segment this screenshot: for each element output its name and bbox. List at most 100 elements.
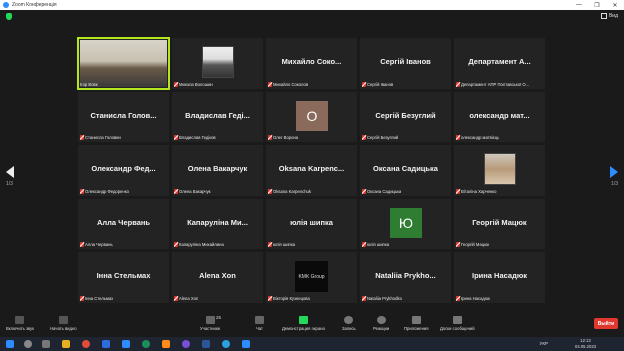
participant-tile[interactable]: Ірина Насадюк Ірина Насадюк	[454, 252, 545, 303]
mic-muted-icon	[80, 135, 84, 141]
participant-display-name: Олена Вакарчук	[187, 164, 248, 174]
participant-name-label: Сергій Безуглий	[362, 135, 398, 141]
participant-name-text: Сергій Іванов	[367, 81, 394, 87]
mic-muted-icon	[362, 295, 366, 301]
participant-name-text: Ігор Вовк	[80, 81, 98, 87]
chat-button[interactable]: Чат	[255, 316, 264, 331]
word-icon[interactable]	[202, 340, 210, 348]
windows-start-icon[interactable]	[6, 340, 14, 348]
record-button[interactable]: Запись	[342, 316, 356, 331]
participant-name-label: Оксана Садицька	[362, 188, 402, 194]
security-shield-icon[interactable]	[6, 13, 12, 20]
participant-name-text: Олег Ворона	[273, 135, 299, 141]
participant-name-label: Ігор Вовк	[80, 82, 98, 87]
participant-tile[interactable]: KMK Group Вікторія Кузнецова	[266, 252, 357, 303]
participant-avatar: О	[296, 100, 328, 131]
participant-tile[interactable]: Alena Xon Alena Xon	[172, 252, 263, 303]
participant-display-name: Оксана Садицька	[373, 164, 438, 174]
gallery-grid: Ігор Вовк Микола Волошин Михайло Соко... Ми…	[77, 37, 546, 306]
store-icon[interactable]	[122, 340, 130, 348]
participant-tile[interactable]: Микола Волошин	[172, 38, 263, 89]
participant-name-text: Алла Червань	[85, 242, 113, 248]
reactions-button[interactable]: Реакции	[373, 316, 389, 331]
participant-tile[interactable]: Оксана Садицька Оксана Садицька	[360, 145, 451, 196]
participant-name-label: юлія шипка	[268, 242, 296, 248]
participant-display-name: Oksana Karpenc...	[278, 164, 345, 174]
participant-tile[interactable]: Михайло Соко... Михайло Соколов	[266, 38, 357, 89]
participant-tile[interactable]: Олена Вакарчук Олена Вакарчук	[172, 145, 263, 196]
whiteboard-button[interactable]: Доски сообщений	[440, 316, 475, 331]
participant-name-text: Микола Волошин	[179, 81, 213, 87]
apps-button[interactable]: Приложения	[404, 316, 429, 331]
mic-muted-icon	[362, 242, 366, 248]
leave-button[interactable]: Выйти	[594, 318, 618, 329]
system-clock[interactable]: 12:13 04.05.2023	[575, 338, 596, 349]
mute-button[interactable]: Включить звук	[6, 316, 34, 331]
participant-display-name: Департамент А...	[468, 57, 531, 66]
mail-icon[interactable]	[102, 340, 110, 348]
participant-name-text: олександр матвієць	[461, 135, 500, 141]
firefox-icon[interactable]	[162, 340, 170, 348]
participant-name-text: юлія шипка	[273, 242, 296, 248]
participant-name-label: Станисла Головин	[80, 135, 121, 141]
share-screen-button[interactable]: Демонстрация экрана	[282, 316, 325, 331]
mic-muted-icon	[268, 81, 272, 87]
participant-tile[interactable]: юлія шипка юлія шипка	[266, 198, 357, 250]
next-page-arrow-icon[interactable]	[610, 166, 618, 178]
participant-tile[interactable]: Владислав Геді... Владислав Гедіков	[172, 91, 263, 143]
participant-name-label: Владислав Гедіков	[174, 135, 216, 141]
participant-tile[interactable]: Віталіна Харченко	[454, 145, 545, 196]
participant-tile[interactable]: олександр мат... олександр матвієць	[454, 91, 545, 143]
participant-tile[interactable]: Олександр Фед... Олександр Федоренко	[78, 145, 169, 196]
chrome-icon[interactable]	[82, 340, 90, 348]
participant-display-name: Владислав Геді...	[185, 110, 250, 120]
search-icon[interactable]	[24, 340, 32, 348]
participant-tile[interactable]: Oksana Karpenc... Oksana Karpenchuk	[266, 145, 357, 196]
participant-tile[interactable]: Інна Стельмах Інна Стельмах	[78, 252, 169, 303]
participant-tile[interactable]: Георгій Мацюк Георгій Мацюк	[454, 198, 545, 250]
participant-display-name: олександр мат...	[469, 110, 530, 120]
mic-muted-icon	[174, 295, 178, 301]
participant-tile[interactable]: Nataliia Prykho... Nataliia Prykhodko	[360, 252, 451, 303]
microphone-off-icon	[15, 316, 25, 324]
participant-tile[interactable]: Станисла Голов... Станисла Головин	[78, 91, 169, 143]
participant-name-text: Інна Стельмах	[85, 295, 114, 301]
participant-tile[interactable]: Алла Червань Алла Червань	[78, 198, 169, 250]
participant-tile[interactable]: Департамент А... Департамент АПР Полтавсь…	[454, 38, 545, 89]
participant-display-name: Станисла Голов...	[90, 110, 157, 120]
record-icon	[344, 316, 354, 324]
minimize-button[interactable]: —	[570, 2, 588, 9]
participant-display-name: Сергій Іванов	[380, 57, 431, 66]
share-label: Демонстрация экрана	[282, 326, 325, 331]
whiteboard-icon	[452, 316, 462, 324]
participant-tile[interactable]: Ююлія шипка	[360, 198, 451, 250]
participant-name-text: юлія шипка	[367, 242, 390, 248]
participant-tile[interactable]: О Олег Ворона	[266, 91, 357, 143]
participant-name-text: Оксана Садицька	[367, 188, 402, 194]
participant-tile[interactable]: Сергій Іванов Сергій Іванов	[360, 38, 451, 89]
task-view-icon[interactable]	[42, 340, 50, 348]
participant-name-text: Alena Xon	[179, 295, 199, 301]
participant-display-name: Ірина Насадюк	[471, 271, 527, 281]
participant-name-label: Михайло Соколов	[268, 81, 308, 87]
participant-tile[interactable]: Ігор Вовк	[77, 37, 170, 90]
zoom-taskbar-icon[interactable]	[242, 340, 250, 348]
close-button[interactable]: ✕	[606, 2, 624, 9]
edge-icon[interactable]	[142, 340, 150, 348]
participant-tile[interactable]: Сергій Безуглий Сергій Безуглий	[360, 91, 451, 143]
viber-icon[interactable]	[182, 340, 190, 348]
file-explorer-icon[interactable]	[62, 340, 70, 348]
mic-muted-icon	[456, 81, 460, 87]
telegram-icon[interactable]	[222, 340, 230, 348]
participant-name-text: Владислав Гедіков	[179, 135, 216, 141]
start-video-button[interactable]: Начать видео	[50, 316, 77, 331]
mic-muted-icon	[174, 135, 178, 141]
view-button[interactable]: Вид	[600, 13, 618, 19]
participant-name-label: Олег Ворона	[268, 135, 299, 141]
previous-page-arrow-icon[interactable]	[6, 166, 14, 178]
maximize-button[interactable]: ❐	[588, 2, 606, 9]
participant-name-label: Олена Вакарчук	[174, 188, 211, 194]
participant-name-label: Микола Волошин	[174, 81, 213, 87]
keyboard-language[interactable]: УКР	[540, 341, 548, 346]
participant-tile[interactable]: Капарулiна Ми... Капарулiна Михайлина	[172, 198, 263, 250]
